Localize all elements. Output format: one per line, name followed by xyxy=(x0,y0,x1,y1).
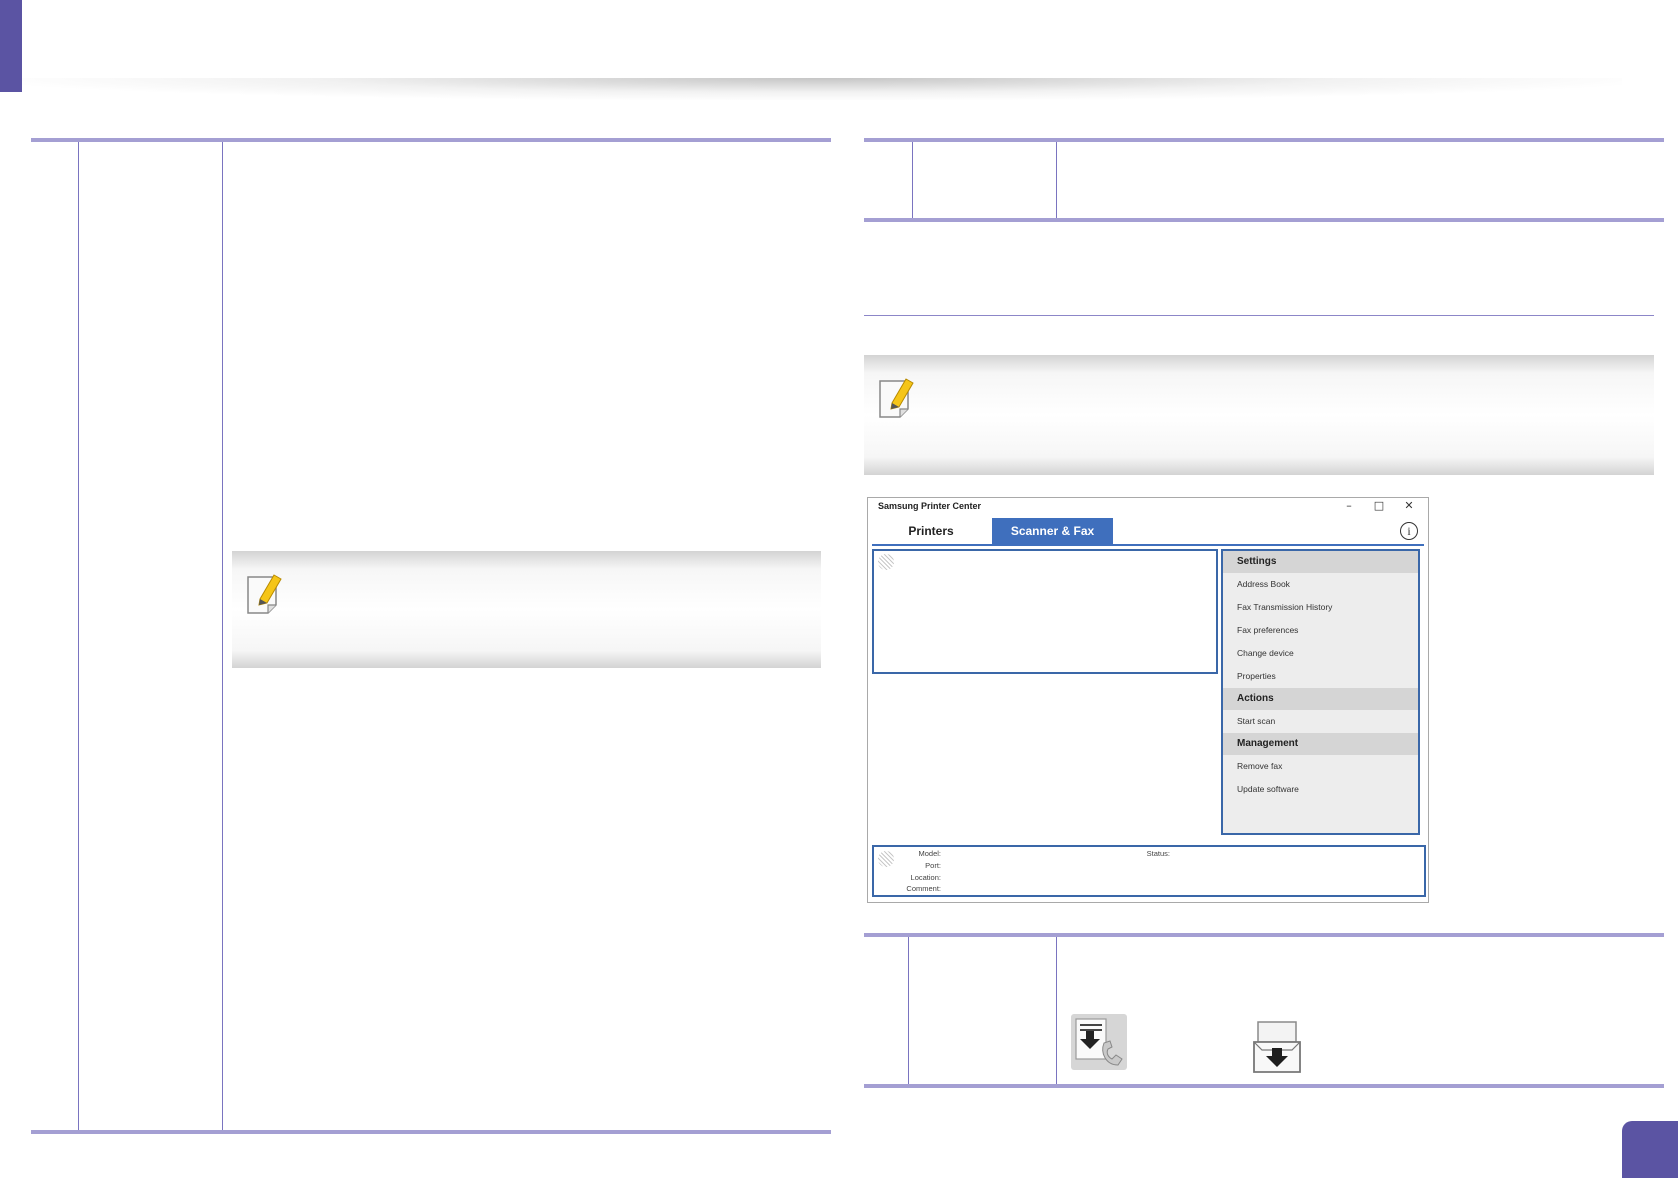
right-table-bottom-rule xyxy=(864,218,1664,222)
device-placeholder-icon xyxy=(878,554,894,570)
note-box-left xyxy=(232,551,821,668)
location-label: Location: xyxy=(910,873,941,882)
section-rule xyxy=(864,315,1654,316)
sidebar-item-properties[interactable]: Properties xyxy=(1223,665,1418,688)
right-table-top-rule xyxy=(864,138,1664,142)
sidebar-item-remove-fax[interactable]: Remove fax xyxy=(1223,755,1418,778)
tab-printers[interactable]: Printers xyxy=(876,518,986,544)
minimize-button[interactable]: – xyxy=(1334,498,1364,514)
sidebar-item-change-device[interactable]: Change device xyxy=(1223,642,1418,665)
tab-underline xyxy=(872,544,1424,546)
header-shadow xyxy=(22,78,1622,100)
port-label: Port: xyxy=(925,861,941,870)
device-info-panel: Model: Port: Location: Comment: Status: xyxy=(872,845,1426,897)
sidebar-item-start-scan[interactable]: Start scan xyxy=(1223,710,1418,733)
sidebar-heading-actions: Actions xyxy=(1223,688,1418,710)
right-bottom-table-bottom-rule xyxy=(864,1084,1664,1088)
right-table-col-divider-1 xyxy=(912,142,913,220)
maximize-button[interactable]: □ xyxy=(1364,498,1394,514)
left-table-col-divider-2 xyxy=(222,142,223,1130)
fax-download-icon xyxy=(1071,1014,1127,1070)
right-bottom-table-top-rule xyxy=(864,933,1664,937)
model-label: Model: xyxy=(918,849,941,858)
window-title: Samsung Printer Center xyxy=(878,501,982,511)
sidebar-heading-management: Management xyxy=(1223,733,1418,755)
left-table-col-divider-1 xyxy=(78,142,79,1130)
printer-center-window: Samsung Printer Center – □ ✕ Printers Sc… xyxy=(867,497,1429,903)
right-bottom-table-col-divider-2 xyxy=(1056,937,1057,1085)
sidebar-heading-settings: Settings xyxy=(1223,551,1418,573)
sidebar-item-fax-transmission-history[interactable]: Fax Transmission History xyxy=(1223,596,1418,619)
status-label: Status: xyxy=(1146,849,1170,858)
info-icon[interactable]: i xyxy=(1400,522,1418,540)
sidebar-panel: Settings Address Book Fax Transmission H… xyxy=(1221,549,1420,835)
sidebar-item-address-book[interactable]: Address Book xyxy=(1223,573,1418,596)
left-table-bottom-rule xyxy=(31,1130,831,1134)
right-table-col-divider-2 xyxy=(1056,142,1057,220)
right-bottom-table-col-divider-1 xyxy=(908,937,909,1085)
tab-scanner-fax[interactable]: Scanner & Fax xyxy=(992,518,1113,544)
sidebar-item-update-software[interactable]: Update software xyxy=(1223,778,1418,801)
device-list-panel[interactable] xyxy=(872,549,1218,674)
note-pencil-icon xyxy=(247,574,282,614)
sidebar-item-fax-preferences[interactable]: Fax preferences xyxy=(1223,619,1418,642)
left-table-top-rule xyxy=(31,138,831,142)
comment-label: Comment: xyxy=(906,884,941,893)
note-pencil-icon xyxy=(879,378,914,418)
page-number-tab xyxy=(1622,1121,1678,1178)
scan-download-icon xyxy=(1253,1021,1301,1073)
note-box-right xyxy=(864,355,1654,475)
chapter-tab xyxy=(0,0,22,92)
close-button[interactable]: ✕ xyxy=(1394,498,1424,514)
